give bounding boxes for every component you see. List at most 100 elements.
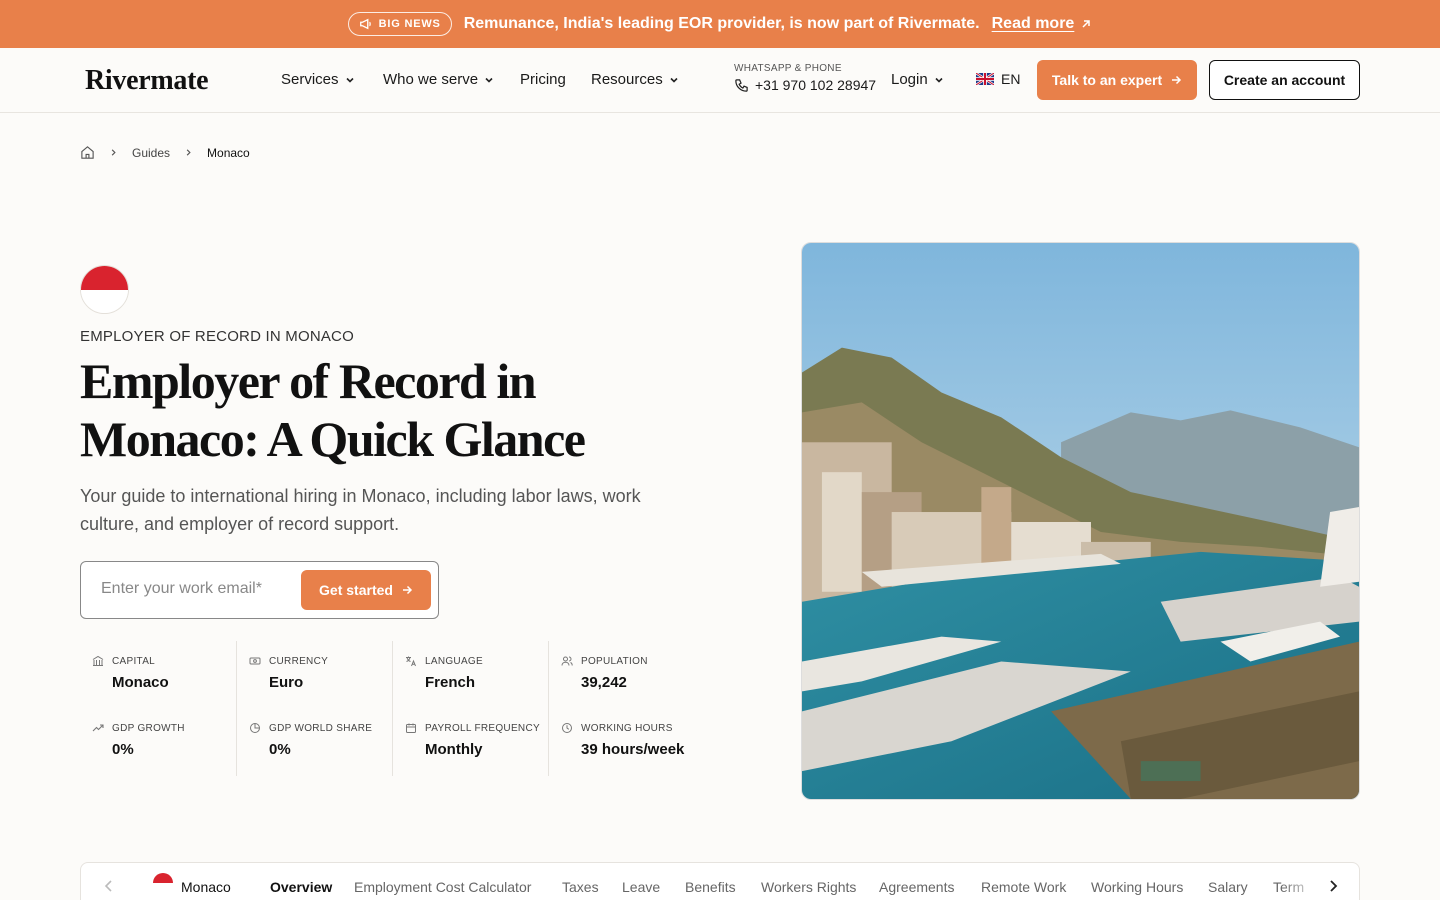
nav-services[interactable]: Services [281, 71, 355, 88]
phone-icon [735, 78, 748, 92]
nav-services-label: Services [281, 71, 339, 88]
tab-benefits[interactable]: Benefits [685, 879, 736, 895]
pie-icon [250, 723, 260, 733]
stat-population-value: 39,242 [581, 674, 627, 691]
chevron-down-icon [345, 77, 354, 83]
phone-number: +31 970 102 28947 [755, 77, 877, 93]
phone-label: WHATSAPP & PHONE [734, 63, 842, 74]
tab-leave[interactable]: Leave [622, 879, 660, 895]
stat-payroll-value: Monthly [425, 741, 483, 758]
rivermate-logo[interactable]: Rivermate [85, 65, 209, 97]
hero-eyebrow: EMPLOYER OF RECORD IN MONACO [80, 328, 354, 345]
site-header: Rivermate Services Who we serve Pricing … [0, 48, 1440, 113]
guide-section-tabs: Monaco Overview Employment Cost Calculat… [80, 862, 1360, 900]
tab-country-label: Monaco [181, 879, 231, 895]
arrow-right-icon [402, 585, 413, 595]
stat-gdp-growth: GDP GROWTH 0% [92, 722, 185, 758]
stat-payroll: PAYROLL FREQUENCY Monthly [405, 722, 540, 758]
stat-gdp-share-value: 0% [269, 741, 291, 758]
tab-remote-work[interactable]: Remote Work [981, 879, 1066, 895]
get-started-button[interactable]: Get started [301, 570, 431, 610]
stat-currency: CURRENCY Euro [249, 655, 328, 691]
uk-flag-icon [976, 73, 994, 85]
page-title: Employer of Record in Monaco: A Quick Gl… [80, 353, 586, 467]
language-label: EN [1001, 71, 1021, 87]
email-signup-form: Get started [80, 561, 439, 619]
breadcrumb: Guides Monaco [80, 145, 250, 160]
arrow-up-right-icon [1082, 20, 1091, 28]
phone-contact[interactable]: WHATSAPP & PHONE +31 970 102 28947 [734, 63, 876, 93]
stat-currency-label: CURRENCY [269, 655, 329, 667]
nav-who-we-serve[interactable]: Who we serve [383, 71, 494, 88]
hero-subtitle: Your guide to international hiring in Mo… [80, 486, 641, 534]
stat-payroll-label: PAYROLL FREQUENCY [425, 722, 540, 734]
language-selector[interactable]: EN [976, 71, 1020, 87]
get-started-label: Get started [319, 582, 393, 598]
create-account-button[interactable]: Create an account [1209, 60, 1360, 100]
tab-overview[interactable]: Overview [270, 879, 332, 895]
country-facts-grid: CAPITAL Monaco GDP GROWTH 0% CURRENCY Eu… [80, 641, 720, 776]
nav-who-we-serve-label: Who we serve [383, 71, 479, 88]
chevron-down-icon [670, 77, 678, 83]
nav-resources[interactable]: Resources [591, 71, 679, 88]
announcement-bar: BIG NEWS Remunance, India's leading EOR … [0, 0, 1440, 48]
talk-to-expert-label: Talk to an expert [1051, 72, 1163, 88]
tab-workers-rights[interactable]: Workers Rights [761, 879, 856, 895]
nav-pricing[interactable]: Pricing [520, 71, 566, 88]
nav-resources-label: Resources [591, 71, 663, 88]
create-account-label: Create an account [1223, 72, 1346, 88]
big-news-badge: BIG NEWS [347, 12, 452, 36]
tab-employment-cost-calculator[interactable]: Employment Cost Calculator [354, 879, 531, 895]
tab-salary[interactable]: Salary [1208, 879, 1248, 895]
announcement-text: Remunance, India's leading EOR provider,… [463, 15, 980, 32]
stat-working-hours: WORKING HOURS 39 hours/week [561, 722, 684, 758]
breadcrumb-current: Monaco [207, 145, 250, 160]
monaco-harbor-image [801, 242, 1360, 800]
chevron-right-icon [186, 149, 191, 156]
stat-capital: CAPITAL Monaco [92, 655, 169, 691]
chevron-right-icon[interactable] [1325, 878, 1341, 894]
tab-fade-overlay [1281, 863, 1321, 900]
trend-up-icon [92, 724, 104, 732]
stat-language-label: LANGUAGE [425, 655, 483, 667]
stat-gdp-share: GDP WORLD SHARE 0% [249, 722, 372, 758]
talk-to-expert-button[interactable]: Talk to an expert [1037, 60, 1197, 100]
home-icon[interactable] [80, 145, 95, 160]
tab-country-monaco[interactable]: Monaco [153, 873, 231, 895]
login-label: Login [891, 71, 928, 88]
stat-capital-value: Monaco [112, 674, 169, 691]
monaco-flag-icon [80, 265, 129, 314]
translate-icon [406, 656, 416, 667]
tab-taxes[interactable]: Taxes [562, 879, 599, 895]
stat-population: POPULATION 39,242 [561, 655, 648, 691]
read-more-link[interactable]: Read more [992, 15, 1093, 33]
stat-gdp-share-label: GDP WORLD SHARE [269, 722, 373, 734]
chevron-down-icon [485, 77, 493, 83]
chevron-left-icon[interactable] [101, 878, 117, 894]
stat-gdp-growth-label: GDP GROWTH [112, 722, 185, 734]
stat-working-hours-value: 39 hours/week [581, 741, 685, 758]
nav-pricing-label: Pricing [520, 71, 566, 88]
work-email-input[interactable] [101, 580, 291, 598]
people-icon [561, 656, 573, 666]
arrow-right-icon [1172, 75, 1182, 85]
stat-population-label: POPULATION [581, 655, 648, 667]
chevron-right-icon [111, 149, 116, 156]
calendar-icon [406, 723, 416, 733]
stat-language-value: French [425, 674, 476, 691]
bank-icon [92, 655, 104, 666]
money-icon [249, 657, 261, 665]
stat-capital-label: CAPITAL [112, 655, 156, 667]
breadcrumb-guides[interactable]: Guides [132, 146, 170, 160]
monaco-flag-icon [153, 873, 173, 893]
tab-agreements[interactable]: Agreements [879, 879, 954, 895]
tab-working-hours[interactable]: Working Hours [1091, 879, 1183, 895]
chevron-down-icon [935, 77, 943, 83]
big-news-label: BIG NEWS [378, 18, 441, 30]
read-more-label: Read more [991, 15, 1075, 32]
login-menu[interactable]: Login [891, 71, 944, 88]
stat-language: LANGUAGE French [405, 655, 483, 691]
clock-icon [562, 723, 572, 733]
stat-working-hours-label: WORKING HOURS [581, 722, 673, 734]
megaphone-icon [359, 18, 371, 30]
